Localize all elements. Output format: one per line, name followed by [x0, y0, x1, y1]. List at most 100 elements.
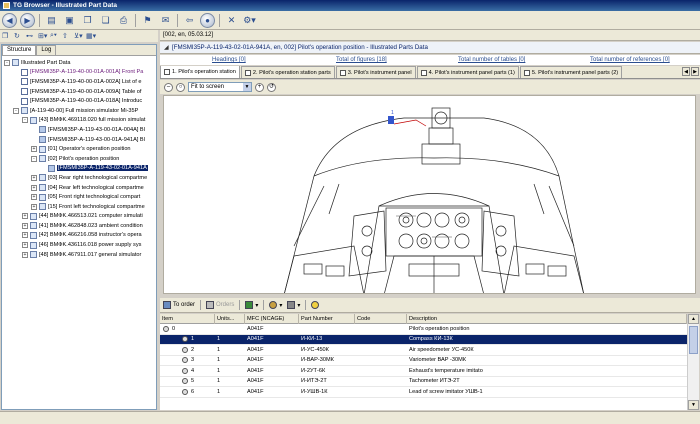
- expand-icon[interactable]: +: [22, 251, 28, 258]
- collapse-icon[interactable]: -: [31, 155, 37, 162]
- zoom-out-icon[interactable]: –: [164, 82, 173, 92]
- table-row[interactable]: 2 1 A041F И-УС-450К Air speedometer УС-450К: [160, 345, 687, 356]
- tree-item[interactable]: - Illustrated Part Data: [2, 58, 156, 68]
- expand-icon[interactable]: +: [22, 232, 28, 239]
- column-header-item[interactable]: Item: [160, 314, 215, 324]
- refresh-icon[interactable]: ↻: [14, 31, 24, 41]
- scroll-up-icon[interactable]: ▲: [688, 314, 699, 324]
- tree-item[interactable]: [FMSMI35P-A-119-40-00-01A-002A] List of …: [2, 77, 156, 87]
- orders-button[interactable]: Orders: [206, 301, 234, 309]
- table-row[interactable]: 4 1 A041F И-2УТ-6К Exhaust's temperature imi…: [160, 366, 687, 377]
- mail-icon[interactable]: ✉: [158, 13, 173, 28]
- settings-dropdown-icon[interactable]: ⚙▾: [242, 13, 257, 28]
- tools-icon[interactable]: ✕: [224, 13, 239, 28]
- bookmark-icon[interactable]: ⚑: [140, 13, 155, 28]
- figure-callout-marker[interactable]: [388, 116, 394, 124]
- to-order-button[interactable]: To order: [163, 301, 195, 309]
- parts-scrollbar[interactable]: ▲ ▼: [687, 314, 699, 410]
- tree-item[interactable]: + [48] BMФK.467911.017 general simulator: [2, 250, 156, 260]
- expand-icon[interactable]: +: [22, 222, 28, 229]
- reply-icon[interactable]: ⇦: [182, 13, 197, 28]
- tab-scroll-left-icon[interactable]: ◀: [682, 67, 690, 76]
- view-dropdown-icon[interactable]: ▦▾: [86, 31, 96, 41]
- table-row[interactable]: 5 1 A041F И-ИТЭ-2Т Tachometer ИТЭ-2Т: [160, 377, 687, 387]
- tree-item[interactable]: + [15] Front left technological compartme: [2, 202, 156, 212]
- collapse-triangle-icon[interactable]: ◢: [164, 44, 169, 51]
- tab-figure-2[interactable]: 2. Pilot's operation station parts: [240, 66, 335, 78]
- tree-item[interactable]: + [42] BMФK.466216.058 instructor's opera: [2, 231, 156, 241]
- hand-tool-icon[interactable]: ○: [176, 82, 185, 92]
- copy-icon[interactable]: ❐: [80, 13, 95, 28]
- tree-item[interactable]: - [43] BMФK.469118.020 full mission simul…: [2, 116, 156, 126]
- stop-icon[interactable]: ●: [200, 12, 215, 28]
- headings-link[interactable]: Headings [0]: [212, 57, 246, 63]
- tree-item[interactable]: + [05] Front right technological compart: [2, 192, 156, 202]
- print-icon[interactable]: ⎙: [116, 13, 131, 28]
- table-row[interactable]: 6 1 A041F И-УШВ-1К Lead of screw imitator УШ…: [160, 387, 687, 398]
- expand-icon[interactable]: +: [31, 146, 37, 153]
- tree-item[interactable]: + [41] BMФK.462848.023 ambient condition: [2, 221, 156, 231]
- rotate-icon[interactable]: ↺: [267, 82, 276, 92]
- table-row[interactable]: 3 1 A041F И-ВАР-30МК Variometer ВАР -30МК: [160, 356, 687, 366]
- table-row[interactable]: 1 1 A041F И-КИ-13 Compass КИ-13К: [160, 334, 687, 345]
- table-row[interactable]: 0 A041F Pilot's operation position: [160, 324, 687, 335]
- tree-item[interactable]: [FMSMI35P-A-119-40-00-01A-001A] Front Pa: [2, 68, 156, 78]
- tree-item[interactable]: + [46] BMФK.436116.018 power supply sys: [2, 240, 156, 250]
- tree-item[interactable]: + [44] BMФK.466513.021 computer simulati: [2, 212, 156, 222]
- user-dropdown-button[interactable]: ▾: [269, 301, 282, 309]
- export-dropdown-button[interactable]: ▾: [245, 301, 258, 309]
- expand-icon[interactable]: +: [31, 203, 37, 210]
- collapse-icon[interactable]: -: [13, 107, 19, 114]
- column-header-mfc[interactable]: MFC (NCAGE): [245, 314, 299, 324]
- expand-icon[interactable]: +: [31, 184, 37, 191]
- column-header-code[interactable]: Code: [355, 314, 407, 324]
- tab-figure-1[interactable]: 1. Pilot's operation station: [160, 66, 240, 78]
- collapse-icon[interactable]: -: [22, 117, 28, 124]
- tree-item[interactable]: [FMSMI35P-A-119-40-00-01A-018A] Introduc: [2, 96, 156, 106]
- tree-item[interactable]: [FMSMI35P-A-119-43-02-01A-941A: [2, 164, 156, 174]
- document-icon[interactable]: ▣: [62, 13, 77, 28]
- up-icon[interactable]: ⇧: [62, 31, 72, 41]
- zoom-in-icon[interactable]: +: [255, 82, 264, 92]
- column-header-description[interactable]: Description: [407, 314, 687, 324]
- open-folder-icon[interactable]: ▤: [44, 13, 59, 28]
- expand-icon[interactable]: +: [22, 242, 28, 249]
- tables-link[interactable]: Total number of tables [0]: [458, 57, 525, 63]
- tab-figure-5[interactable]: 5. Pilot's instrument panel parts (2): [519, 66, 623, 78]
- search-dropdown-icon[interactable]: ⌕▾: [50, 31, 60, 41]
- scrollbar-thumb[interactable]: [689, 326, 698, 354]
- collapse-icon[interactable]: -: [4, 59, 10, 66]
- tree-item[interactable]: + [03] Rear right technological compartme: [2, 173, 156, 183]
- tree-item[interactable]: - [02] Pilot's operation position: [2, 154, 156, 164]
- column-header-units[interactable]: Units...: [215, 314, 245, 324]
- back-icon[interactable]: ◀: [2, 12, 17, 28]
- zoom-select[interactable]: Fit to screen ▼: [188, 82, 252, 92]
- tab-figure-4[interactable]: 4. Pilot's instrument panel parts (1): [416, 66, 519, 78]
- tree-item[interactable]: [FMSMI35P-A-119-40-00-01A-009A] Table of: [2, 87, 156, 97]
- expand-icon[interactable]: +: [31, 174, 37, 181]
- tree-item[interactable]: + [04] Rear left technological compartme: [2, 183, 156, 193]
- copy-small-icon[interactable]: ❐: [2, 31, 12, 41]
- column-header-part-number[interactable]: Part Number: [299, 314, 355, 324]
- expand-dropdown-icon[interactable]: ⊞▾: [38, 31, 48, 41]
- tab-scroll-right-icon[interactable]: ▶: [691, 67, 699, 76]
- expand-icon[interactable]: +: [31, 194, 37, 201]
- figure-viewer[interactable]: 1: [163, 95, 696, 294]
- tab-figure-3[interactable]: 3. Pilot's instrument panel: [335, 66, 416, 78]
- expand-icon[interactable]: +: [22, 213, 28, 220]
- filter-dropdown-button[interactable]: ▾: [287, 301, 300, 309]
- tree-item[interactable]: - [A-119-40-00] Full mission simulator Mi…: [2, 106, 156, 116]
- figures-link[interactable]: Total of figures [18]: [336, 57, 387, 63]
- tree-item[interactable]: + [01] Operator's operation position: [2, 144, 156, 154]
- references-link[interactable]: Total number of references [0]: [590, 57, 670, 63]
- link-icon[interactable]: ⊷: [26, 31, 36, 41]
- tree-item[interactable]: [FMSMI35P-A-119-43-00-01A-004A] Bl: [2, 125, 156, 135]
- tab-structure[interactable]: Structure: [2, 45, 37, 55]
- tab-log[interactable]: Log: [36, 45, 57, 55]
- tree-item[interactable]: [FMSMI35P-A-119-43-00-01A-941A] Bl: [2, 135, 156, 145]
- filter-icon[interactable]: ⊻▾: [74, 31, 84, 41]
- note-button[interactable]: [311, 301, 320, 309]
- paste-icon[interactable]: ❏: [98, 13, 113, 28]
- forward-icon[interactable]: ▶: [20, 12, 35, 28]
- scroll-down-icon[interactable]: ▼: [688, 400, 699, 410]
